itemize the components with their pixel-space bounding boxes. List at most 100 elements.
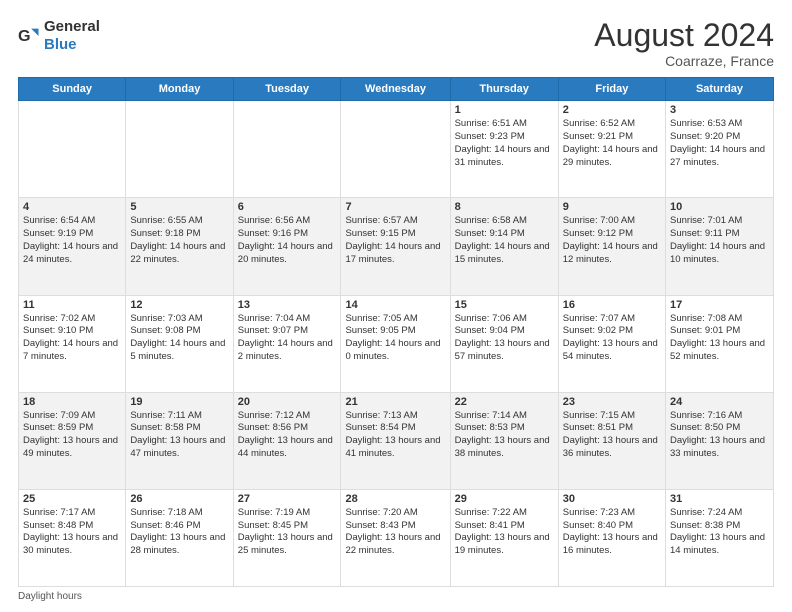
page: G General Blue August 2024 Coarraze, Fra… [0,0,792,612]
day-number: 7 [345,201,445,213]
logo-icon: G [18,25,40,47]
location: Coarraze, France [594,53,774,69]
day-number: 30 [563,493,661,505]
calendar-cell: 21 Sunrise: 7:13 AM Sunset: 8:54 PM Dayl… [341,392,450,489]
calendar-cell: 10 Sunrise: 7:01 AM Sunset: 9:11 PM Dayl… [666,198,774,295]
calendar-cell: 26 Sunrise: 7:18 AM Sunset: 8:46 PM Dayl… [126,489,233,586]
day-number: 27 [238,493,337,505]
logo-blue: Blue [44,36,77,53]
month-year: August 2024 [594,18,774,53]
calendar-cell [233,101,341,198]
calendar-week-5: 25 Sunrise: 7:17 AM Sunset: 8:48 PM Dayl… [19,489,774,586]
calendar-cell: 9 Sunrise: 7:00 AM Sunset: 9:12 PM Dayli… [558,198,665,295]
calendar-cell: 4 Sunrise: 6:54 AM Sunset: 9:19 PM Dayli… [19,198,126,295]
calendar-cell: 8 Sunrise: 6:58 AM Sunset: 9:14 PM Dayli… [450,198,558,295]
day-number: 23 [563,396,661,408]
day-info: Sunrise: 7:13 AM Sunset: 8:54 PM Dayligh… [345,410,445,461]
logo: G General Blue [18,18,100,54]
day-number: 12 [130,299,228,311]
calendar-cell: 2 Sunrise: 6:52 AM Sunset: 9:21 PM Dayli… [558,101,665,198]
day-number: 10 [670,201,769,213]
day-number: 6 [238,201,337,213]
col-wednesday: Wednesday [341,78,450,101]
svg-text:G: G [18,27,31,45]
day-info: Sunrise: 7:07 AM Sunset: 9:02 PM Dayligh… [563,313,661,364]
col-monday: Monday [126,78,233,101]
day-info: Sunrise: 6:52 AM Sunset: 9:21 PM Dayligh… [563,118,661,169]
day-number: 28 [345,493,445,505]
day-number: 20 [238,396,337,408]
calendar-cell: 5 Sunrise: 6:55 AM Sunset: 9:18 PM Dayli… [126,198,233,295]
day-number: 11 [23,299,121,311]
calendar-cell: 19 Sunrise: 7:11 AM Sunset: 8:58 PM Dayl… [126,392,233,489]
calendar-cell: 15 Sunrise: 7:06 AM Sunset: 9:04 PM Dayl… [450,295,558,392]
calendar-week-1: 1 Sunrise: 6:51 AM Sunset: 9:23 PM Dayli… [19,101,774,198]
day-info: Sunrise: 7:06 AM Sunset: 9:04 PM Dayligh… [455,313,554,364]
daylight-label: Daylight hours [18,591,82,602]
day-info: Sunrise: 7:03 AM Sunset: 9:08 PM Dayligh… [130,313,228,364]
day-info: Sunrise: 6:55 AM Sunset: 9:18 PM Dayligh… [130,215,228,266]
calendar-cell: 18 Sunrise: 7:09 AM Sunset: 8:59 PM Dayl… [19,392,126,489]
calendar-body: 1 Sunrise: 6:51 AM Sunset: 9:23 PM Dayli… [19,101,774,587]
day-number: 13 [238,299,337,311]
day-number: 5 [130,201,228,213]
calendar-cell [341,101,450,198]
calendar-cell: 14 Sunrise: 7:05 AM Sunset: 9:05 PM Dayl… [341,295,450,392]
day-info: Sunrise: 7:01 AM Sunset: 9:11 PM Dayligh… [670,215,769,266]
day-number: 31 [670,493,769,505]
calendar-cell: 27 Sunrise: 7:19 AM Sunset: 8:45 PM Dayl… [233,489,341,586]
day-info: Sunrise: 7:22 AM Sunset: 8:41 PM Dayligh… [455,507,554,558]
calendar-week-2: 4 Sunrise: 6:54 AM Sunset: 9:19 PM Dayli… [19,198,774,295]
day-info: Sunrise: 7:00 AM Sunset: 9:12 PM Dayligh… [563,215,661,266]
day-number: 16 [563,299,661,311]
calendar-cell: 13 Sunrise: 7:04 AM Sunset: 9:07 PM Dayl… [233,295,341,392]
day-info: Sunrise: 7:19 AM Sunset: 8:45 PM Dayligh… [238,507,337,558]
calendar-cell: 23 Sunrise: 7:15 AM Sunset: 8:51 PM Dayl… [558,392,665,489]
day-info: Sunrise: 6:51 AM Sunset: 9:23 PM Dayligh… [455,118,554,169]
calendar-cell: 22 Sunrise: 7:14 AM Sunset: 8:53 PM Dayl… [450,392,558,489]
calendar-cell: 28 Sunrise: 7:20 AM Sunset: 8:43 PM Dayl… [341,489,450,586]
day-number: 15 [455,299,554,311]
calendar-cell: 29 Sunrise: 7:22 AM Sunset: 8:41 PM Dayl… [450,489,558,586]
day-info: Sunrise: 7:05 AM Sunset: 9:05 PM Dayligh… [345,313,445,364]
day-info: Sunrise: 7:15 AM Sunset: 8:51 PM Dayligh… [563,410,661,461]
day-info: Sunrise: 7:11 AM Sunset: 8:58 PM Dayligh… [130,410,228,461]
calendar-cell: 6 Sunrise: 6:56 AM Sunset: 9:16 PM Dayli… [233,198,341,295]
day-info: Sunrise: 7:16 AM Sunset: 8:50 PM Dayligh… [670,410,769,461]
header-row: Sunday Monday Tuesday Wednesday Thursday… [19,78,774,101]
day-number: 8 [455,201,554,213]
calendar-cell [19,101,126,198]
calendar-week-3: 11 Sunrise: 7:02 AM Sunset: 9:10 PM Dayl… [19,295,774,392]
day-info: Sunrise: 7:17 AM Sunset: 8:48 PM Dayligh… [23,507,121,558]
calendar-cell: 17 Sunrise: 7:08 AM Sunset: 9:01 PM Dayl… [666,295,774,392]
day-info: Sunrise: 7:18 AM Sunset: 8:46 PM Dayligh… [130,507,228,558]
col-friday: Friday [558,78,665,101]
col-thursday: Thursday [450,78,558,101]
day-info: Sunrise: 6:54 AM Sunset: 9:19 PM Dayligh… [23,215,121,266]
day-info: Sunrise: 7:14 AM Sunset: 8:53 PM Dayligh… [455,410,554,461]
day-number: 29 [455,493,554,505]
day-number: 18 [23,396,121,408]
col-saturday: Saturday [666,78,774,101]
day-info: Sunrise: 7:12 AM Sunset: 8:56 PM Dayligh… [238,410,337,461]
day-number: 22 [455,396,554,408]
day-info: Sunrise: 7:09 AM Sunset: 8:59 PM Dayligh… [23,410,121,461]
day-number: 24 [670,396,769,408]
day-info: Sunrise: 6:56 AM Sunset: 9:16 PM Dayligh… [238,215,337,266]
calendar-cell: 7 Sunrise: 6:57 AM Sunset: 9:15 PM Dayli… [341,198,450,295]
logo-text: General Blue [44,18,100,54]
day-number: 14 [345,299,445,311]
day-number: 9 [563,201,661,213]
calendar-cell: 30 Sunrise: 7:23 AM Sunset: 8:40 PM Dayl… [558,489,665,586]
day-number: 3 [670,104,769,116]
calendar-cell: 16 Sunrise: 7:07 AM Sunset: 9:02 PM Dayl… [558,295,665,392]
day-number: 19 [130,396,228,408]
calendar-cell: 11 Sunrise: 7:02 AM Sunset: 9:10 PM Dayl… [19,295,126,392]
day-info: Sunrise: 6:53 AM Sunset: 9:20 PM Dayligh… [670,118,769,169]
day-info: Sunrise: 6:57 AM Sunset: 9:15 PM Dayligh… [345,215,445,266]
day-number: 21 [345,396,445,408]
calendar-cell [126,101,233,198]
header: G General Blue August 2024 Coarraze, Fra… [18,18,774,69]
footer: Daylight hours [18,591,774,602]
title-block: August 2024 Coarraze, France [594,18,774,69]
